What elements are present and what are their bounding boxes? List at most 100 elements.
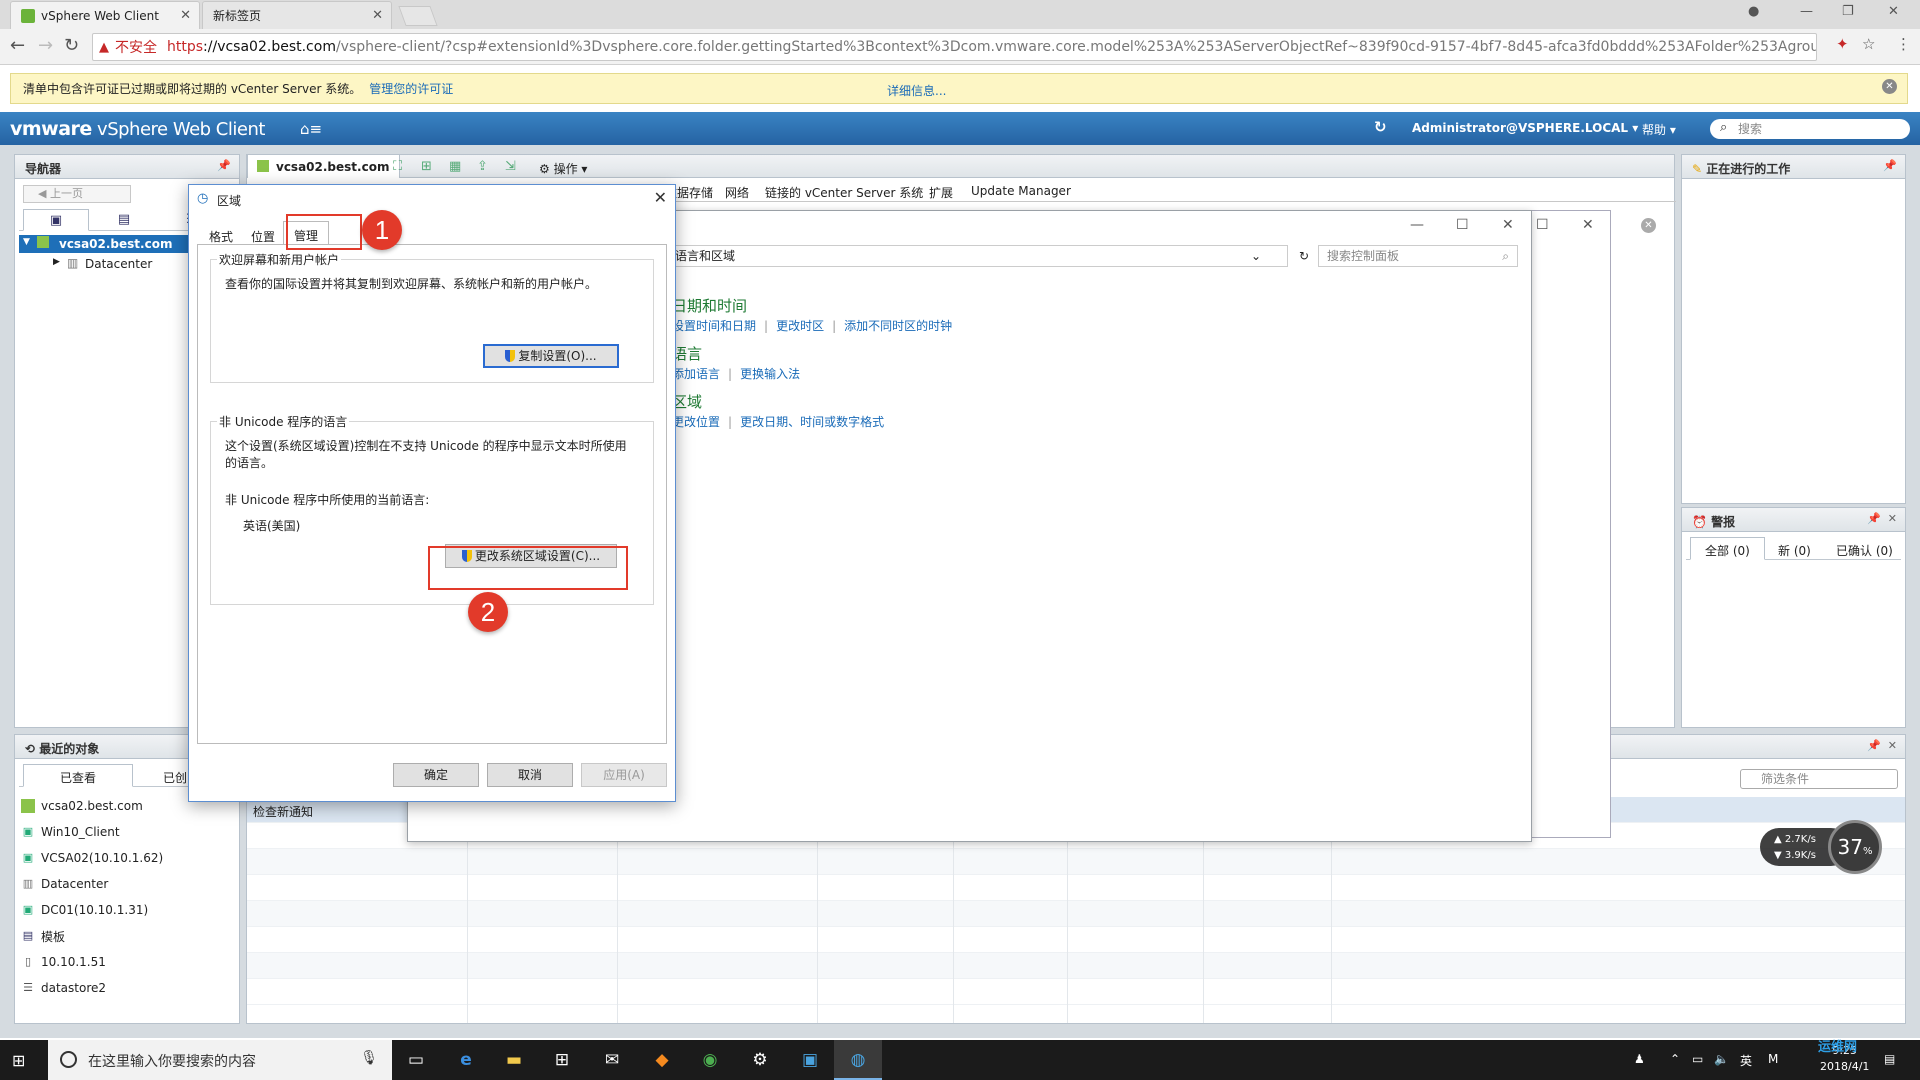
reload-icon[interactable]: ↻ xyxy=(64,35,79,56)
menu-dots-icon[interactable]: ⋮ xyxy=(1896,35,1911,53)
tab-new-alarms[interactable]: 新 (0) xyxy=(1778,542,1811,559)
list-item[interactable]: ▥ Datacenter xyxy=(21,871,231,897)
refresh-icon[interactable]: ↻ xyxy=(1299,246,1309,266)
browser-tab-vsphere[interactable]: vSphere Web Client ✕ xyxy=(10,1,200,29)
link-change-input[interactable]: 更换输入法 xyxy=(740,367,800,381)
bookmark-star-icon[interactable]: ☆ xyxy=(1862,35,1875,53)
restore-icon[interactable]: ❐ xyxy=(1842,4,1854,19)
object-tab[interactable]: vcsa02.best.com xyxy=(247,154,401,178)
pin-icon[interactable]: 📌 xyxy=(1867,512,1881,525)
windows-start-icon[interactable]: ⊞ xyxy=(12,1051,25,1070)
hosts-clusters-tab-icon[interactable]: ▣ xyxy=(23,209,89,231)
list-item[interactable]: ☰ datastore2 xyxy=(21,975,231,1001)
user-menu[interactable]: Administrator@VSPHERE.LOCAL ▾ xyxy=(1412,121,1638,135)
back-arrow-icon[interactable]: ← xyxy=(10,35,25,56)
link-change-formats[interactable]: 更改日期、时间或数字格式 xyxy=(740,415,884,429)
minimize-icon[interactable]: — xyxy=(1410,217,1424,233)
home-menu-icon[interactable]: ⌂≡ xyxy=(300,120,322,138)
expand-arrow-icon[interactable]: ▶ xyxy=(53,257,60,267)
add-host-icon[interactable]: ⊞ xyxy=(421,159,432,174)
close-circle-icon[interactable]: ✕ xyxy=(1641,218,1656,233)
link-add-clock[interactable]: 添加不同时区的时钟 xyxy=(844,319,952,333)
tab-linked-vcenter[interactable]: 链接的 vCenter Server 系统 xyxy=(765,184,923,201)
notifications-icon[interactable]: ▤ xyxy=(1884,1052,1895,1066)
tab-networks[interactable]: 网络 xyxy=(725,184,749,201)
ok-button[interactable]: 确定 xyxy=(393,763,479,787)
back-button[interactable]: ◀ 上一页 xyxy=(23,185,131,203)
global-search-input[interactable]: 搜索 xyxy=(1710,118,1910,139)
microphone-icon[interactable]: 🎙 xyxy=(360,1050,378,1066)
chrome-icon[interactable]: ◉ xyxy=(686,1040,734,1080)
list-item[interactable]: ▣ Win10_Client xyxy=(21,819,231,845)
tab-extensions[interactable]: 扩展 xyxy=(929,184,953,201)
minimize-icon[interactable]: — xyxy=(1800,4,1813,19)
people-icon[interactable]: ♟ xyxy=(1634,1052,1645,1066)
deploy-ovf-icon[interactable]: ⇪ xyxy=(477,159,488,174)
restore-icon[interactable]: ☐ xyxy=(1536,217,1549,233)
close-icon[interactable]: ✕ xyxy=(1502,217,1514,233)
link-change-location[interactable]: 更改位置 xyxy=(672,415,720,429)
new-datacenter-icon[interactable]: ⛶ xyxy=(393,159,402,174)
tab-created[interactable]: 已创 xyxy=(163,769,187,786)
close-tab-icon[interactable]: ✕ xyxy=(180,8,191,23)
tab-all-alarms[interactable]: 全部 (0) xyxy=(1690,537,1765,560)
list-item[interactable]: ▯ 10.10.1.51 xyxy=(21,949,231,975)
file-explorer-icon[interactable]: ▬ xyxy=(490,1040,538,1080)
browser-tab-new[interactable]: 新标签页 ✕ xyxy=(202,1,392,29)
mail-icon[interactable]: ✉ xyxy=(588,1040,636,1080)
new-vm-icon[interactable]: ▦ xyxy=(449,159,461,174)
list-item[interactable]: ▤ 模板 xyxy=(21,923,231,949)
extension-icon[interactable]: ✦ xyxy=(1836,35,1849,53)
link-add-language[interactable]: 添加语言 xyxy=(672,367,720,381)
tab-acknowledged-alarms[interactable]: 已确认 (0) xyxy=(1836,542,1893,559)
section-heading-language[interactable]: 语言 xyxy=(672,343,702,364)
ime-indicator[interactable]: 英 xyxy=(1740,1052,1752,1069)
list-item[interactable]: ▣ DC01(10.10.1.31) xyxy=(21,897,231,923)
details-link[interactable]: 详细信息... xyxy=(887,82,946,99)
actions-menu[interactable]: ⚙ 操作 ▾ xyxy=(539,160,587,177)
close-icon[interactable]: ✕ xyxy=(1582,217,1594,233)
control-panel-taskbar-icon[interactable]: ◍ xyxy=(834,1040,882,1080)
apply-button[interactable]: 应用(A) xyxy=(581,763,667,787)
remote-desktop-icon[interactable]: ▣ xyxy=(786,1040,834,1080)
tray-expand-icon[interactable]: ⌃ xyxy=(1670,1052,1680,1066)
ime-mode-icon[interactable]: M xyxy=(1768,1052,1778,1066)
close-notice-icon[interactable]: ✕ xyxy=(1882,79,1897,94)
close-icon[interactable]: ✕ xyxy=(654,188,667,207)
network-icon[interactable]: ▭ xyxy=(1692,1052,1703,1066)
link-set-time[interactable]: 设置时间和日期 xyxy=(672,319,756,333)
profile-icon[interactable]: ● xyxy=(1748,4,1759,19)
volume-icon[interactable]: 🔈 xyxy=(1714,1052,1729,1066)
help-menu[interactable]: 帮助 ▾ xyxy=(1642,121,1676,138)
task-view-icon[interactable]: ▭ xyxy=(392,1040,440,1080)
copy-settings-button[interactable]: 复制设置(O)... xyxy=(483,344,619,368)
new-folder-icon[interactable]: ⇲ xyxy=(505,159,516,174)
tab-update-manager[interactable]: Update Manager xyxy=(971,184,1071,198)
pin-icon[interactable]: 📌 xyxy=(1883,159,1897,172)
tab-viewed[interactable]: 已查看 xyxy=(23,764,134,787)
refresh-icon[interactable]: ↻ xyxy=(1374,118,1387,136)
new-tab-button[interactable] xyxy=(398,6,438,26)
filter-input[interactable]: 筛选条件 xyxy=(1740,769,1898,789)
manage-license-link[interactable]: 管理您的许可证 xyxy=(369,80,453,97)
section-heading-region[interactable]: 区域 xyxy=(672,391,702,412)
close-tab-icon[interactable]: ✕ xyxy=(372,8,383,23)
settings-gear-icon[interactable]: ⚙ xyxy=(736,1040,784,1080)
control-panel-search-input[interactable]: 搜索控制面板 ⌕ xyxy=(1318,245,1518,267)
chevron-down-icon[interactable]: ⌄ xyxy=(1251,246,1261,266)
maximize-icon[interactable]: ☐ xyxy=(1456,217,1469,233)
forward-arrow-icon[interactable]: → xyxy=(38,35,53,56)
app-orange-icon[interactable]: ◆ xyxy=(638,1040,686,1080)
edge-browser-icon[interactable]: e xyxy=(442,1040,490,1080)
network-speed-widget[interactable]: ▲ 2.7K/s ▼ 3.9K/s 37% xyxy=(1760,820,1882,874)
link-change-timezone[interactable]: 更改时区 xyxy=(776,319,824,333)
close-icon[interactable]: ✕ xyxy=(1888,512,1897,525)
section-heading-datetime[interactable]: 日期和时间 xyxy=(672,295,747,316)
collapse-arrow-icon[interactable]: ▼ xyxy=(23,237,30,247)
vms-templates-tab-icon[interactable]: ▤ xyxy=(91,209,157,231)
close-icon[interactable]: ✕ xyxy=(1888,739,1897,752)
taskbar-search-input[interactable]: 在这里输入你要搜索的内容 🎙 xyxy=(48,1040,392,1080)
pin-icon[interactable]: 📌 xyxy=(217,159,231,172)
pin-icon[interactable]: 📌 xyxy=(1867,739,1881,752)
store-icon[interactable]: ⊞ xyxy=(538,1040,586,1080)
